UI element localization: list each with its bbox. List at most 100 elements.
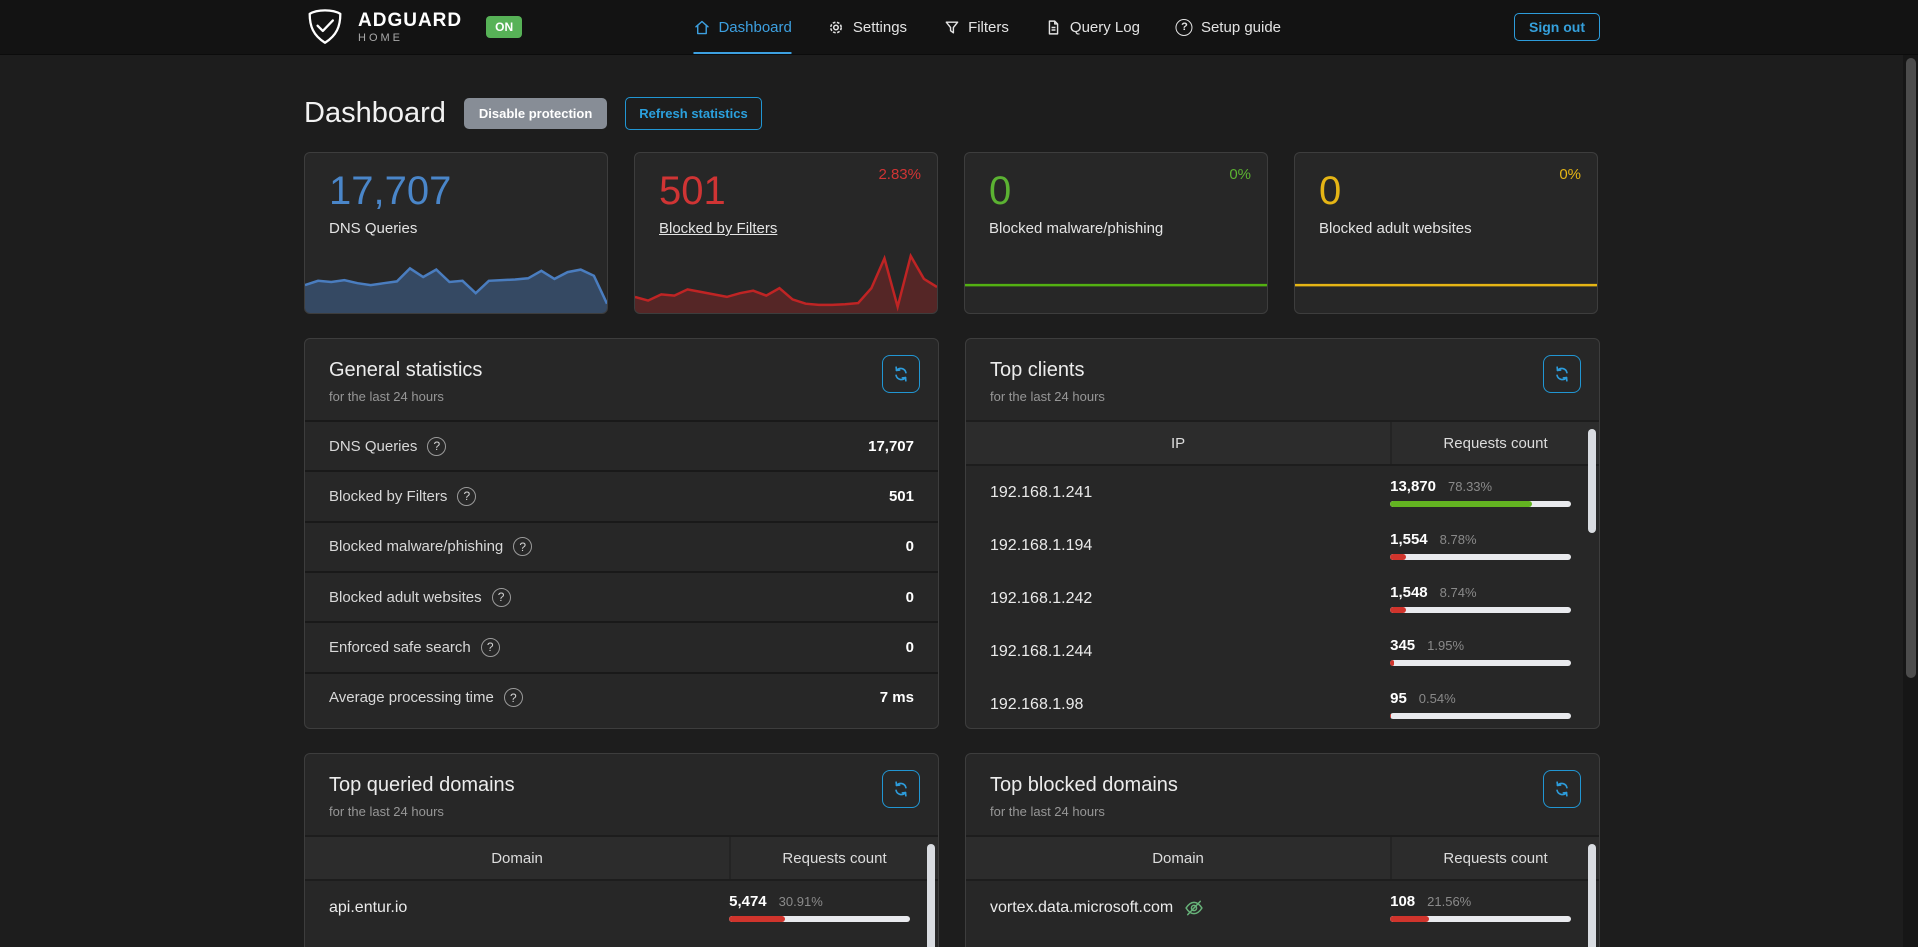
stat-value: 17,707 [329,169,607,214]
progress-fill [1390,660,1394,666]
refresh-statistics-button[interactable]: Refresh statistics [625,97,761,130]
help-icon[interactable] [492,588,511,607]
stat-row-blocked-filters: Blocked by Filters 501 [305,470,938,520]
dns-queries-sparkline [305,251,607,313]
stat-card-blocked-by-filters: 2.83% 501 Blocked by Filters [634,152,938,314]
progress-bar [1390,607,1571,613]
refresh-icon [1553,365,1571,383]
eye-off-icon [1183,898,1205,918]
nav-item-query-log[interactable]: Query Log [1045,0,1140,54]
stat-card-blocked-malware: 0% 0 Blocked malware/phishing [964,152,1268,314]
home-icon [693,19,710,36]
adguard-home-logo[interactable]: ADGUARD HOME ON [304,7,522,47]
card-title: General statistics [329,359,914,382]
help-icon[interactable] [457,487,476,506]
card-subtitle: for the last 24 hours [329,804,914,819]
progress-bar [1390,660,1571,666]
progress-fill [1390,607,1406,613]
stat-card-dns-queries: 17,707 DNS Queries [304,152,608,314]
refresh-icon [892,780,910,798]
top-blocked-domains-card: Top blocked domains for the last 24 hour… [965,753,1600,947]
stat-percent: 2.83% [878,166,921,183]
stat-percent: 0% [1559,166,1581,183]
table-row: api.entur.io 5,47430.91% [305,881,938,934]
top-clients-card: Top clients for the last 24 hours IP Req… [965,338,1600,729]
stat-row-blocked-malware: Blocked malware/phishing 0 [305,521,938,571]
shield-check-icon [304,7,346,47]
top-queried-table-header: Domain Requests count [305,835,938,881]
refresh-icon [892,365,910,383]
stat-row-avg-processing-time: Average processing time 7 ms [305,672,938,722]
top-blocked-table-header: Domain Requests count [966,835,1599,881]
stat-percent: 0% [1229,166,1251,183]
blocked-by-filters-link[interactable]: Blocked by Filters [659,220,937,237]
refresh-card-button[interactable] [882,355,920,393]
progress-fill [729,916,785,922]
card-title: Top queried domains [329,774,914,797]
brand-sub: HOME [358,33,462,44]
card-subtitle: for the last 24 hours [329,389,914,404]
table-row: 192.168.1.98 950.54% [966,678,1599,724]
help-icon[interactable] [513,537,532,556]
brand-name: ADGUARD [358,11,462,30]
progress-bar [1390,916,1571,922]
refresh-icon [1553,780,1571,798]
document-icon [1045,19,1062,36]
top-clients-table-header: IP Requests count [966,420,1599,466]
progress-fill [1390,713,1391,719]
table-row: 192.168.1.244 3451.95% [966,625,1599,678]
stat-row-safe-search: Enforced safe search 0 [305,621,938,671]
progress-bar [729,916,910,922]
nav-item-settings[interactable]: Settings [828,0,907,54]
card-subtitle: for the last 24 hours [990,804,1575,819]
nav-item-filters[interactable]: Filters [943,0,1009,54]
progress-bar [1390,501,1571,507]
help-icon[interactable] [427,437,446,456]
progress-bar [1390,713,1571,719]
table-row: 192.168.1.241 13,87078.33% [966,466,1599,519]
top-clients-table-body: 192.168.1.241 13,87078.33% 192.168.1.194… [966,466,1599,724]
table-scrollbar[interactable] [1588,844,1596,947]
table-row: 192.168.1.194 1,5548.78% [966,519,1599,572]
gear-icon [828,19,845,36]
progress-fill [1390,501,1532,507]
main-nav: Dashboard Settings Filters Query Log Set… [693,0,1281,54]
top-navigation-bar: ADGUARD HOME ON Dashboard Settings Filte… [0,0,1918,55]
page-header: Dashboard Disable protection Refresh sta… [304,97,1600,130]
top-queried-domains-card: Top queried domains for the last 24 hour… [304,753,939,947]
card-subtitle: for the last 24 hours [990,389,1575,404]
general-statistics-card: General statistics for the last 24 hours… [304,338,939,729]
refresh-card-button[interactable] [1543,355,1581,393]
card-title: Top clients [990,359,1575,382]
blocked-adult-sparkline [1295,251,1597,313]
table-scrollbar[interactable] [927,844,935,947]
stat-row-blocked-adult: Blocked adult websites 0 [305,571,938,621]
table-row: 192.168.1.242 1,5488.74% [966,572,1599,625]
window-scrollbar-thumb[interactable] [1906,58,1916,678]
nav-item-setup-guide[interactable]: Setup guide [1176,0,1281,54]
stat-value: 0 [989,169,1267,214]
stat-row-dns-queries: DNS Queries 17,707 [305,420,938,470]
refresh-card-button[interactable] [882,770,920,808]
refresh-card-button[interactable] [1543,770,1581,808]
blocked-filters-sparkline [635,251,937,313]
stat-cards-row: 17,707 DNS Queries 2.83% 501 Blocked by … [304,152,1600,314]
nav-item-dashboard[interactable]: Dashboard [693,0,791,54]
stat-label: DNS Queries [329,220,607,237]
table-row: vortex.data.microsoft.com 10821.56% [966,881,1599,934]
help-icon[interactable] [481,638,500,657]
sign-out-button[interactable]: Sign out [1514,13,1600,41]
question-icon [1176,19,1193,36]
stat-card-blocked-adult: 0% 0 Blocked adult websites [1294,152,1598,314]
help-icon[interactable] [504,688,523,707]
progress-fill [1390,916,1429,922]
stat-label: Blocked adult websites [1319,220,1597,237]
progress-bar [1390,554,1571,560]
progress-fill [1390,554,1406,560]
general-statistics-rows: DNS Queries 17,707 Blocked by Filters 50… [305,420,938,722]
top-blocked-table-body: vortex.data.microsoft.com 10821.56% [966,881,1599,947]
disable-protection-button[interactable]: Disable protection [464,98,607,129]
blocked-malware-sparkline [965,251,1267,313]
card-title: Top blocked domains [990,774,1575,797]
table-scrollbar[interactable] [1588,429,1596,533]
